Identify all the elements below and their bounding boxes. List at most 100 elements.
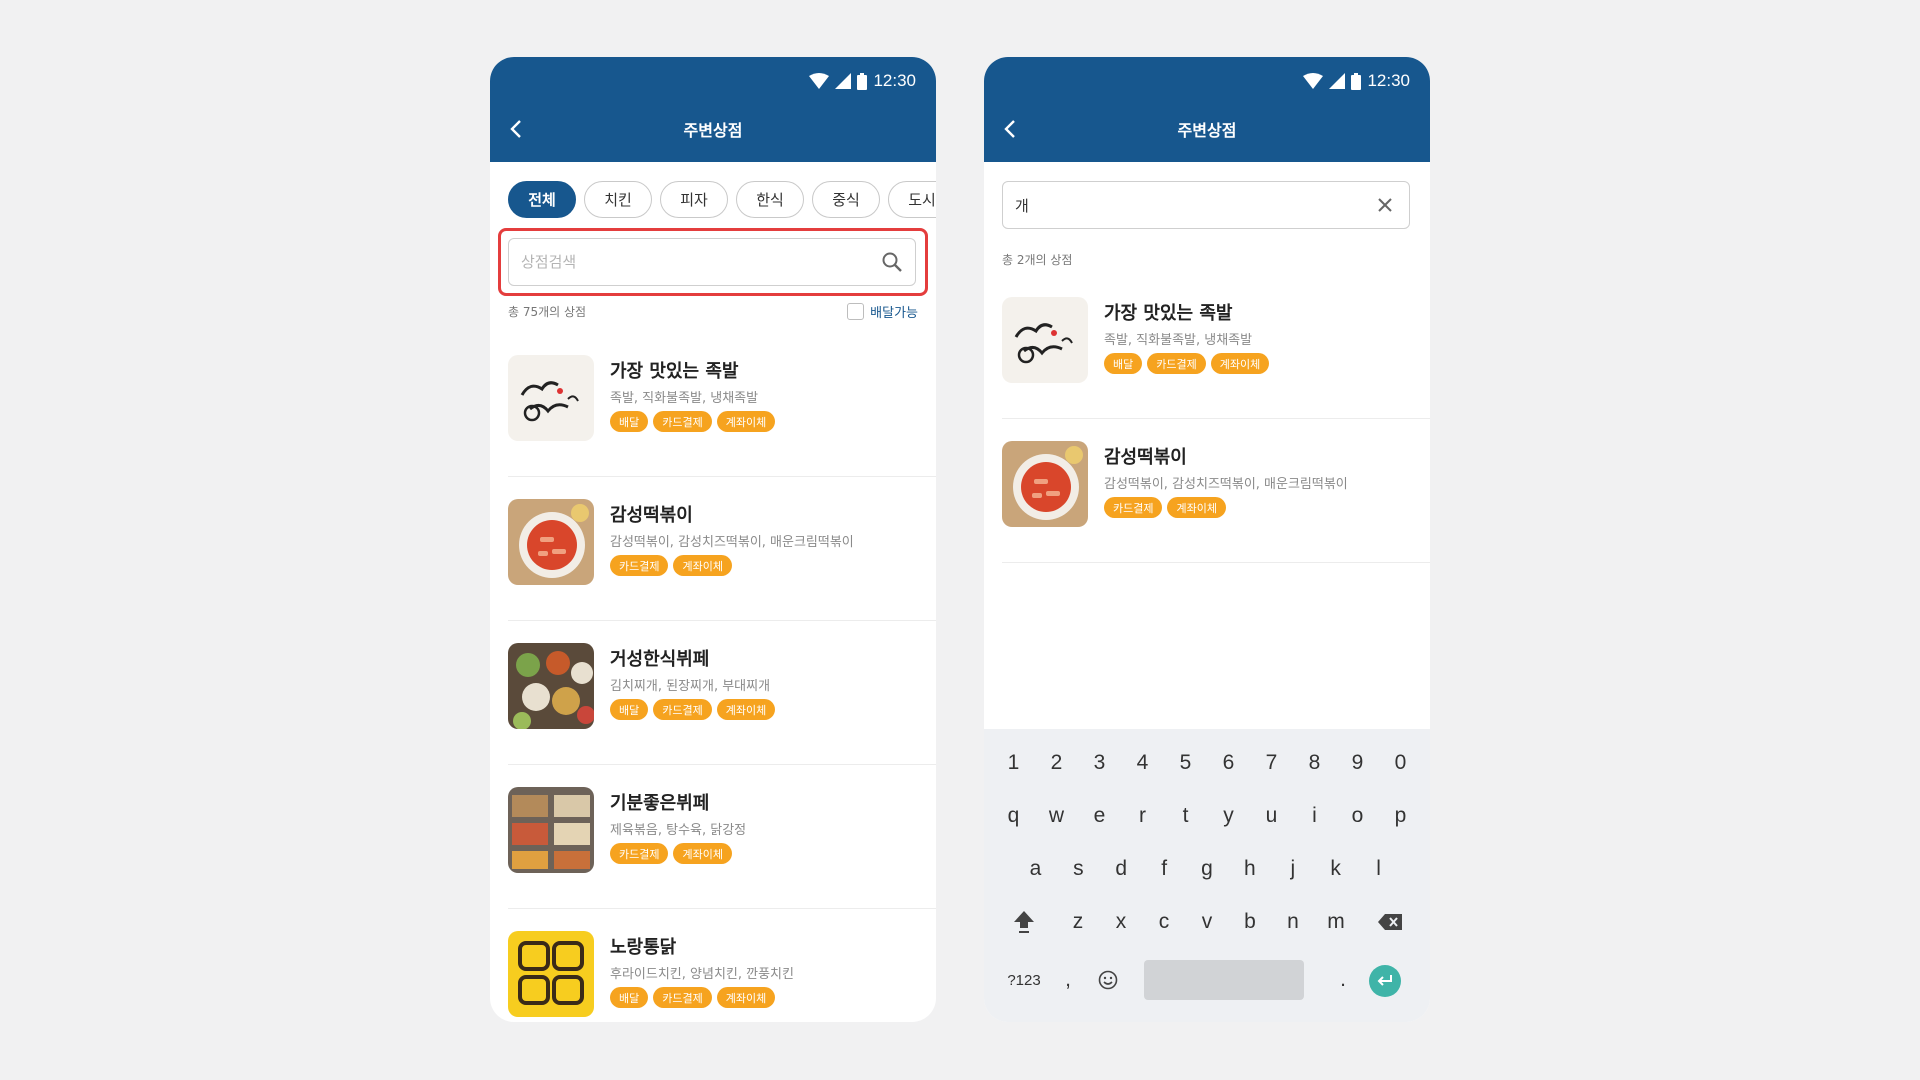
store-name: 감성떡볶이: [1104, 447, 1187, 468]
search-input[interactable]: [521, 253, 881, 271]
key[interactable]: 0: [1379, 751, 1422, 775]
store-tags: 카드결제 계좌이체: [1104, 497, 1226, 518]
key[interactable]: 2: [1035, 751, 1078, 775]
tag-delivery: 배달: [610, 987, 649, 1008]
store-item[interactable]: 노랑통닭 후라이드치킨, 양념치킨, 깐풍치킨 배달 카드결제 계좌이체: [508, 909, 936, 1022]
category-tab-pizza[interactable]: 피자: [660, 181, 728, 218]
store-image-korean-buffet: [508, 643, 594, 729]
key[interactable]: m: [1315, 910, 1358, 934]
store-tags: 카드결제 계좌이체: [610, 843, 732, 864]
status-bar: 12:30: [809, 71, 916, 91]
comma-key[interactable]: ,: [1052, 968, 1084, 992]
status-time: 12:30: [1367, 71, 1410, 90]
store-item[interactable]: 기분좋은뷔페 제육볶음, 탕수육, 닭강정 카드결제 계좌이체: [508, 765, 936, 909]
category-tab-chinese[interactable]: 중식: [812, 181, 880, 218]
key[interactable]: g: [1186, 857, 1229, 881]
battery-icon: [857, 72, 868, 90]
tag-card: 카드결제: [1104, 497, 1163, 518]
key[interactable]: o: [1336, 804, 1379, 828]
phone-search-results: 12:30 주변상점 총 2개의 상점 가장 맛있는 족발 족발, 직화불족발,…: [984, 57, 1430, 1022]
keyboard-row-middle: a s d f g h j k l: [984, 849, 1430, 889]
store-item[interactable]: 거성한식뷔페 김치찌개, 된장찌개, 부대찌개 배달 카드결제 계좌이체: [508, 621, 936, 765]
key[interactable]: f: [1143, 857, 1186, 881]
search-field[interactable]: [508, 238, 916, 286]
tag-transfer: 계좌이체: [716, 699, 776, 720]
clear-button[interactable]: [1373, 193, 1397, 217]
store-image-tteokbokki: [508, 499, 594, 585]
store-logo-norangtongdak: [508, 931, 594, 1017]
key[interactable]: s: [1057, 857, 1100, 881]
keyboard-row-top: q w e r t y u i o p: [984, 796, 1430, 836]
store-tags: 배달 카드결제 계좌이체: [1104, 353, 1270, 374]
delivery-filter[interactable]: 배달가능: [847, 302, 918, 321]
tag-transfer: 계좌이체: [1167, 497, 1226, 518]
phone-store-list: 12:30 주변상점 전체 치킨 피자 한식 중식 도시 총 75개의 상점 배…: [490, 57, 936, 1022]
store-image-tteokbokki: [1002, 441, 1088, 527]
key[interactable]: a: [1014, 857, 1057, 881]
store-logo-jokbal: [508, 355, 594, 441]
key[interactable]: l: [1357, 857, 1400, 881]
tag-card: 카드결제: [653, 987, 712, 1008]
key[interactable]: 1: [992, 751, 1035, 775]
tag-card: 카드결제: [610, 555, 669, 576]
search-input[interactable]: [1015, 196, 1373, 214]
key[interactable]: p: [1379, 804, 1422, 828]
enter-icon: [1377, 975, 1392, 986]
tag-card: 카드결제: [653, 699, 712, 720]
key[interactable]: v: [1186, 910, 1229, 934]
period-key[interactable]: .: [1328, 960, 1358, 1000]
key[interactable]: 5: [1164, 751, 1207, 775]
category-tab-all[interactable]: 전체: [508, 181, 576, 218]
key[interactable]: b: [1229, 910, 1272, 934]
category-tabs: 전체 치킨 피자 한식 중식 도시: [508, 181, 936, 219]
key[interactable]: h: [1228, 857, 1271, 881]
key[interactable]: j: [1271, 857, 1314, 881]
key[interactable]: x: [1100, 910, 1143, 934]
key[interactable]: 4: [1121, 751, 1164, 775]
key[interactable]: e: [1078, 804, 1121, 828]
key[interactable]: z: [1057, 910, 1100, 934]
key[interactable]: t: [1164, 804, 1207, 828]
backspace-icon: [1377, 914, 1402, 930]
key[interactable]: r: [1121, 804, 1164, 828]
shift-key[interactable]: [992, 910, 1057, 934]
key[interactable]: n: [1272, 910, 1315, 934]
key[interactable]: i: [1293, 804, 1336, 828]
store-item[interactable]: 감성떡볶이 감성떡볶이, 감성치즈떡볶이, 매운크림떡볶이 카드결제 계좌이체: [508, 477, 936, 621]
enter-key[interactable]: [1369, 965, 1401, 997]
store-menu: 족발, 직화불족발, 냉채족발: [1104, 333, 1253, 348]
key[interactable]: 3: [1078, 751, 1121, 775]
emoji-key[interactable]: [1084, 970, 1132, 990]
key[interactable]: w: [1035, 804, 1078, 828]
store-item[interactable]: 가장 맛있는 족발 족발, 직화불족발, 냉채족발 배달 카드결제 계좌이체: [1002, 275, 1430, 419]
key[interactable]: k: [1314, 857, 1357, 881]
category-tab-lunchbox[interactable]: 도시: [888, 181, 936, 218]
category-tab-korean[interactable]: 한식: [736, 181, 804, 218]
store-tags: 카드결제 계좌이체: [610, 555, 732, 576]
category-tab-chicken[interactable]: 치킨: [584, 181, 652, 218]
store-menu: 족발, 직화불족발, 냉채족발: [610, 391, 759, 406]
tag-transfer: 계좌이체: [673, 843, 732, 864]
key[interactable]: d: [1100, 857, 1143, 881]
backspace-key[interactable]: [1358, 913, 1423, 931]
store-name: 가장 맛있는 족발: [610, 361, 739, 382]
key[interactable]: 9: [1336, 751, 1379, 775]
store-tags: 배달 카드결제 계좌이체: [610, 699, 776, 720]
space-key[interactable]: [1144, 960, 1304, 1000]
key[interactable]: c: [1143, 910, 1186, 934]
soft-keyboard: 1 2 3 4 5 6 7 8 9 0 q w e r t y u i o p …: [984, 729, 1430, 1022]
key[interactable]: 6: [1207, 751, 1250, 775]
search-field[interactable]: [1002, 181, 1410, 229]
key[interactable]: u: [1250, 804, 1293, 828]
key[interactable]: 8: [1293, 751, 1336, 775]
delivery-checkbox[interactable]: [847, 302, 865, 320]
store-item[interactable]: 가장 맛있는 족발 족발, 직화불족발, 냉채족발 배달 카드결제 계좌이체: [508, 333, 936, 477]
symbols-key[interactable]: ?123: [996, 972, 1052, 989]
tag-delivery: 배달: [610, 411, 649, 432]
search-icon[interactable]: [881, 251, 903, 273]
key[interactable]: y: [1207, 804, 1250, 828]
store-name: 노랑통닭: [610, 937, 677, 958]
key[interactable]: q: [992, 804, 1035, 828]
key[interactable]: 7: [1250, 751, 1293, 775]
store-item[interactable]: 감성떡볶이 감성떡볶이, 감성치즈떡볶이, 매운크림떡볶이 카드결제 계좌이체: [1002, 419, 1430, 563]
